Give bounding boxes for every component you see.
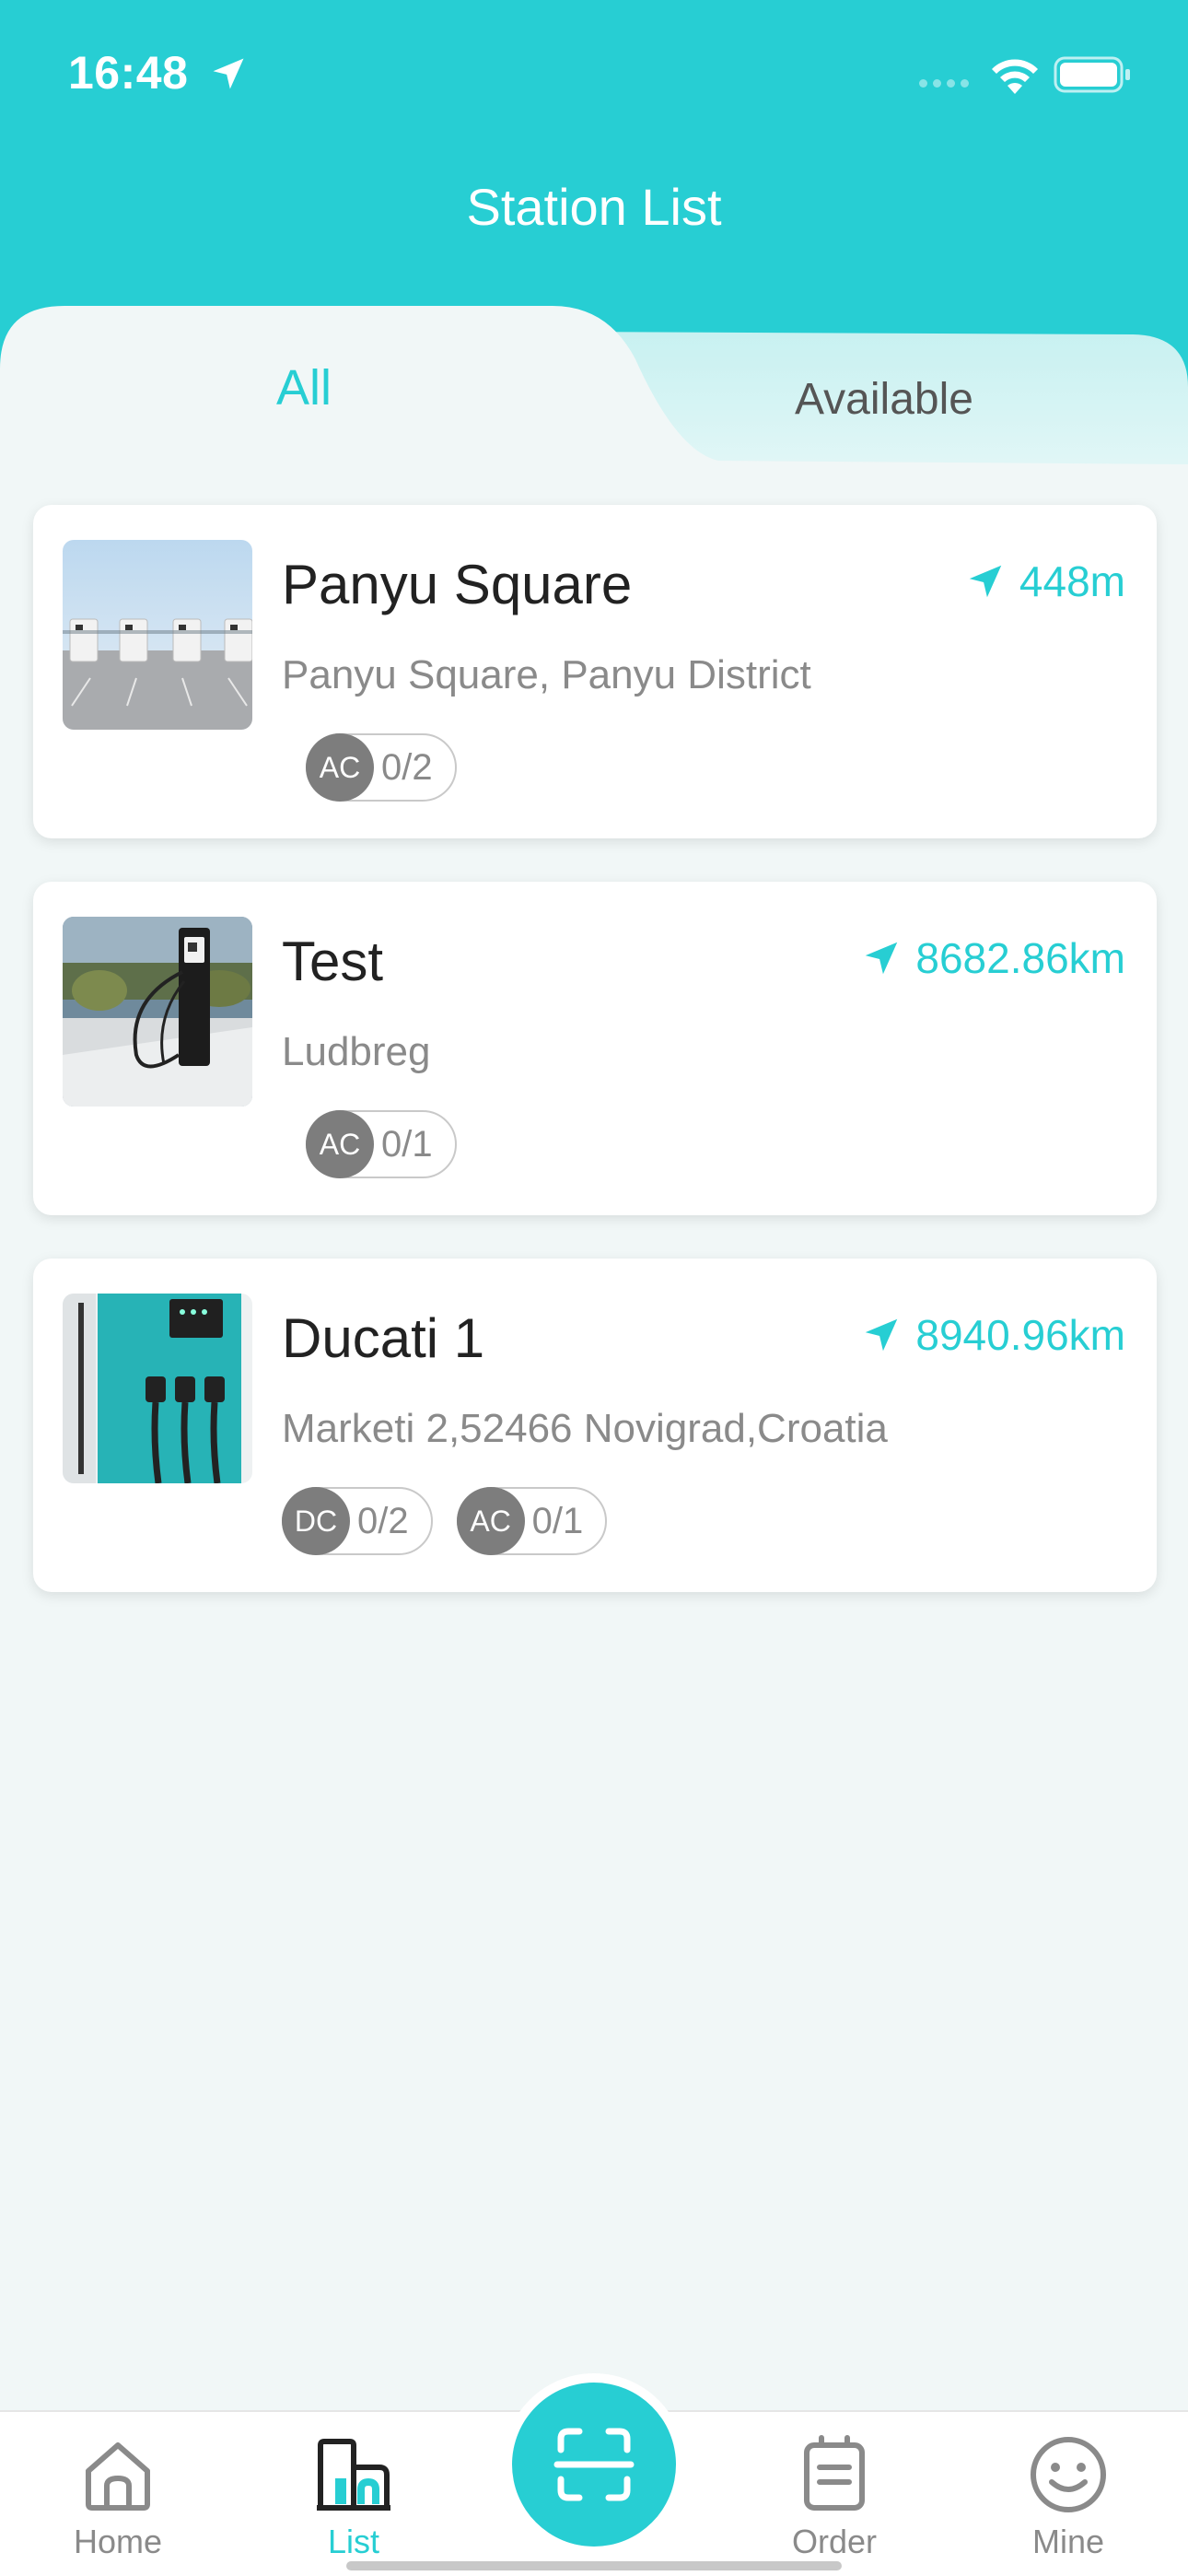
tab-all[interactable]: All: [157, 359, 451, 416]
smile-icon: [1031, 2437, 1106, 2512]
status-time: 16:48: [68, 47, 189, 99]
location-arrow-icon: [213, 58, 244, 89]
scan-button[interactable]: [512, 2383, 676, 2547]
station-card[interactable]: Ducati 1 8940.96km Marketi 2,52466 Novig…: [33, 1259, 1157, 1592]
connector-badges: DC 0/2 AC 0/1: [282, 1487, 608, 1555]
tab-available[interactable]: Available: [737, 374, 1031, 425]
home-indicator: [346, 2561, 842, 2570]
station-photo: [63, 917, 252, 1107]
connector-badge: AC 0/1: [456, 1487, 608, 1555]
connector-type: AC: [306, 1110, 374, 1178]
navigate-icon: [866, 942, 898, 975]
distance-text: 8682.86km: [915, 934, 1125, 982]
station-address: Ludbreg: [282, 1029, 431, 1074]
connector-badges: AC 0/2: [306, 733, 457, 802]
station-distance[interactable]: 8940.96km: [860, 1310, 1125, 1360]
station-name: Panyu Square: [282, 554, 633, 615]
wifi-icon: [992, 59, 1038, 94]
status-bar: 16:48: [0, 0, 1188, 147]
navigate-icon: [969, 565, 1002, 598]
connector-badge: DC 0/2: [282, 1487, 433, 1555]
station-address: Marketi 2,52466 Novigrad,Croatia: [282, 1406, 888, 1451]
nav-mine-label: Mine: [1031, 2523, 1105, 2560]
order-icon: [804, 2435, 865, 2511]
station-distance[interactable]: 448m: [964, 556, 1125, 606]
nav-mine[interactable]: Mine: [976, 2430, 1160, 2561]
page-title: Station List: [466, 178, 722, 236]
connector-type: AC: [456, 1487, 525, 1555]
cellular-signal-icon: [919, 79, 969, 88]
nav-home-label: Home: [73, 2523, 163, 2560]
station-photo: [63, 540, 252, 730]
list-icon: [317, 2439, 390, 2511]
connector-badges: AC 0/1: [306, 1110, 457, 1178]
station-photo: [63, 1294, 252, 1483]
nav-order[interactable]: Order: [742, 2430, 926, 2561]
connector-type: AC: [306, 733, 374, 802]
station-name: Ducati 1: [282, 1307, 485, 1369]
nav-order-label: Order: [791, 2523, 878, 2560]
navigate-icon: [866, 1318, 898, 1352]
distance-text: 8940.96km: [915, 1311, 1125, 1359]
connector-count: 0/1: [531, 1500, 584, 1541]
station-distance[interactable]: 8682.86km: [860, 933, 1125, 983]
connector-count: 0/2: [357, 1500, 409, 1541]
station-address: Panyu Square, Panyu District: [282, 652, 811, 697]
connector-type: DC: [282, 1487, 350, 1555]
home-icon: [86, 2442, 150, 2511]
station-card[interactable]: Test 8682.86km Ludbreg AC 0/1: [33, 882, 1157, 1215]
nav-list[interactable]: List: [262, 2430, 446, 2561]
connector-count: 0/1: [381, 1123, 433, 1165]
battery-icon: [1054, 56, 1130, 93]
connector-badge: AC 0/2: [306, 733, 457, 802]
station-card[interactable]: Panyu Square 448m Panyu Square, Panyu Di…: [33, 505, 1157, 838]
connector-badge: AC 0/1: [306, 1110, 457, 1178]
scan-icon: [553, 2428, 635, 2501]
nav-home[interactable]: Home: [26, 2430, 210, 2561]
station-name: Test: [282, 931, 384, 992]
tab-bar-filter: All Available: [0, 276, 1188, 516]
distance-text: 448m: [1019, 557, 1125, 605]
nav-list-label: List: [327, 2523, 380, 2560]
connector-count: 0/2: [381, 746, 433, 788]
